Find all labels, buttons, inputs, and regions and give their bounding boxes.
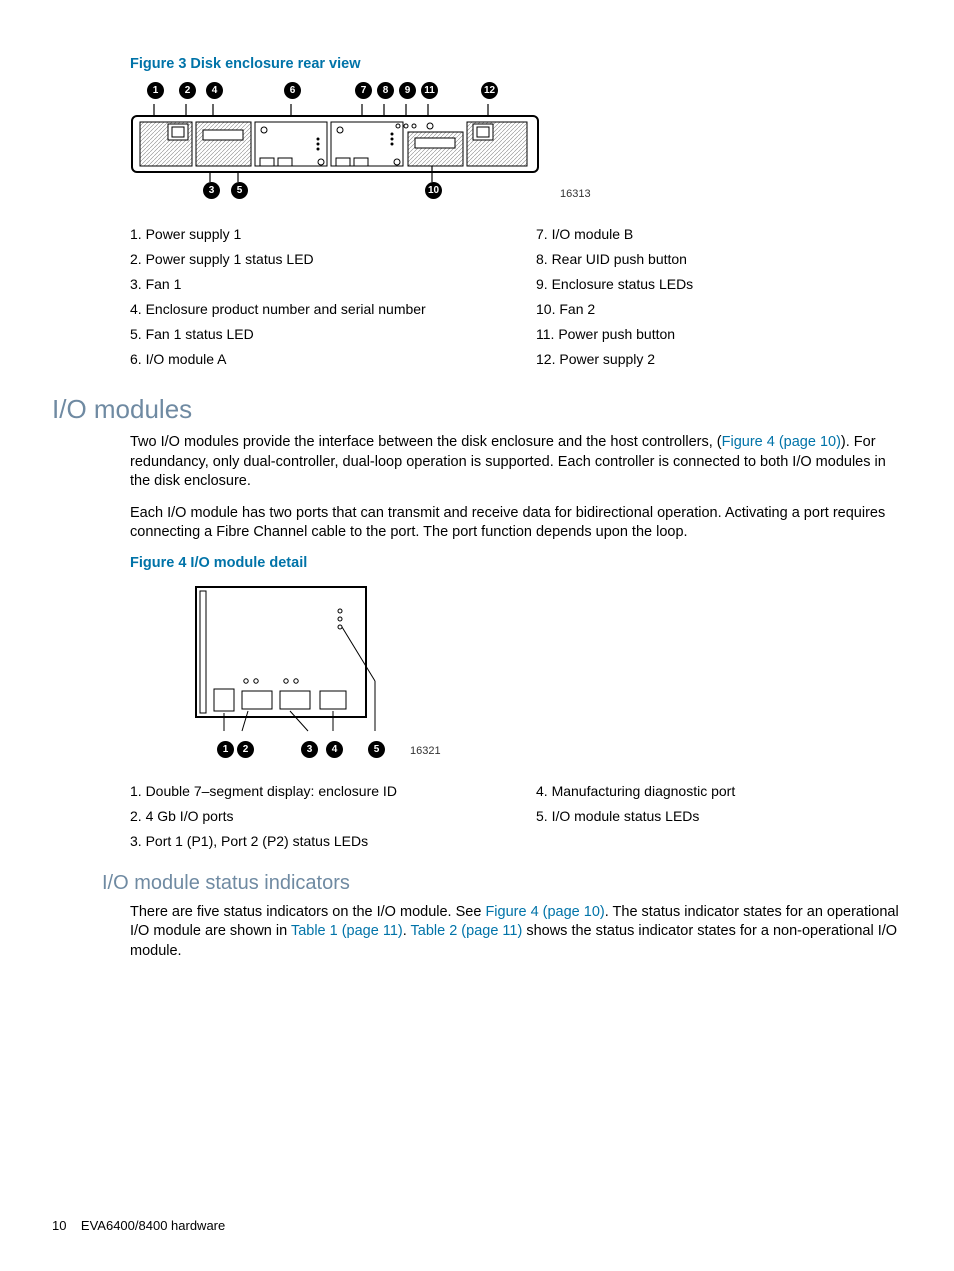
callout-2: 2 bbox=[179, 82, 196, 99]
page-footer: 10 EVA6400/8400 hardware bbox=[52, 1218, 225, 1233]
callout-12: 12 bbox=[481, 82, 498, 99]
link-table1[interactable]: Table 1 (page 11) bbox=[291, 923, 403, 939]
figure3-legend: 1. Power supply 1 2. Power supply 1 stat… bbox=[130, 226, 902, 376]
heading-io-modules: I/O modules bbox=[52, 394, 902, 425]
text: Two I/O modules provide the interface be… bbox=[130, 434, 722, 450]
legend-item: 6. I/O module A bbox=[130, 351, 496, 367]
link-figure4-b[interactable]: Figure 4 (page 10) bbox=[485, 904, 604, 920]
figure3-caption: Figure 3 Disk enclosure rear view bbox=[130, 56, 902, 72]
figure3-id: 16313 bbox=[560, 188, 591, 200]
link-table2[interactable]: Table 2 (page 11) bbox=[411, 923, 523, 939]
callout-9: 9 bbox=[399, 82, 416, 99]
callout-2: 2 bbox=[237, 741, 254, 758]
text: . bbox=[403, 923, 411, 939]
legend-item: 9. Enclosure status LEDs bbox=[536, 276, 902, 292]
para-status: There are five status indicators on the … bbox=[130, 903, 902, 962]
callout-8: 8 bbox=[377, 82, 394, 99]
legend-item: 3. Port 1 (P1), Port 2 (P2) status LEDs bbox=[130, 833, 496, 849]
legend-item: 5. I/O module status LEDs bbox=[536, 808, 902, 824]
para-io-1: Two I/O modules provide the interface be… bbox=[130, 433, 902, 492]
figure4-legend: 1. Double 7–segment display: enclosure I… bbox=[130, 783, 902, 858]
link-figure4[interactable]: Figure 4 (page 10) bbox=[722, 434, 841, 450]
callout-7: 7 bbox=[355, 82, 372, 99]
callout-5: 5 bbox=[368, 741, 385, 758]
callout-10: 10 bbox=[425, 182, 442, 199]
legend-item: 2. 4 Gb I/O ports bbox=[130, 808, 496, 824]
figure4-caption: Figure 4 I/O module detail bbox=[130, 555, 902, 571]
legend-item: 8. Rear UID push button bbox=[536, 251, 902, 267]
callout-6: 6 bbox=[284, 82, 301, 99]
legend-item: 7. I/O module B bbox=[536, 226, 902, 242]
legend-item: 4. Manufacturing diagnostic port bbox=[536, 783, 902, 799]
heading-status-indicators: I/O module status indicators bbox=[102, 872, 902, 895]
legend-item: 1. Power supply 1 bbox=[130, 226, 496, 242]
legend-item: 5. Fan 1 status LED bbox=[130, 326, 496, 342]
para-io-2: Each I/O module has two ports that can t… bbox=[130, 504, 902, 543]
figure4-id: 16321 bbox=[410, 745, 441, 757]
callout-1: 1 bbox=[147, 82, 164, 99]
figure3-diagram: 1 2 4 6 7 8 9 11 12 bbox=[130, 82, 540, 204]
callout-4: 4 bbox=[326, 741, 343, 758]
callout-3: 3 bbox=[301, 741, 318, 758]
legend-item: 10. Fan 2 bbox=[536, 301, 902, 317]
doc-title: EVA6400/8400 hardware bbox=[81, 1218, 225, 1233]
page-number: 10 bbox=[52, 1218, 66, 1233]
text: There are five status indicators on the … bbox=[130, 904, 485, 920]
callout-5: 5 bbox=[231, 182, 248, 199]
legend-item: 3. Fan 1 bbox=[130, 276, 496, 292]
legend-item: 12. Power supply 2 bbox=[536, 351, 902, 367]
legend-item: 2. Power supply 1 status LED bbox=[130, 251, 496, 267]
callout-4: 4 bbox=[206, 82, 223, 99]
callout-1: 1 bbox=[217, 741, 234, 758]
callout-11: 11 bbox=[421, 82, 438, 99]
legend-item: 4. Enclosure product number and serial n… bbox=[130, 301, 496, 317]
figure4-diagram: 1 2 3 4 5 bbox=[190, 581, 390, 761]
callout-3: 3 bbox=[203, 182, 220, 199]
legend-item: 11. Power push button bbox=[536, 326, 902, 342]
legend-item: 1. Double 7–segment display: enclosure I… bbox=[130, 783, 496, 799]
